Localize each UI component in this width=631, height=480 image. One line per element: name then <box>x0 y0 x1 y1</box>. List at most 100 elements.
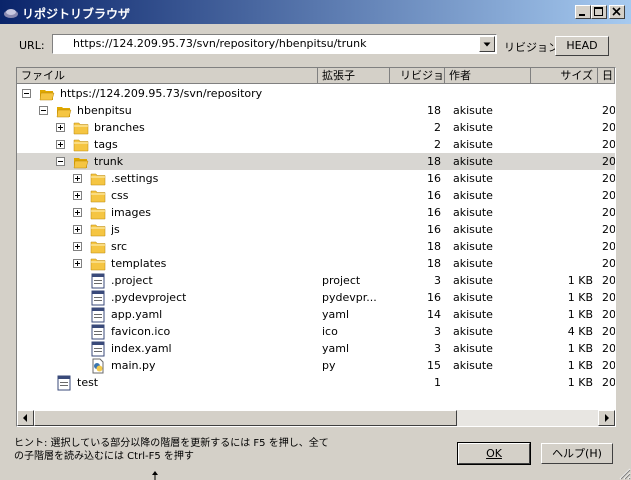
row-author: akisute <box>453 121 493 134</box>
minimize-icon <box>579 14 585 16</box>
revision-label: リビジョン: <box>504 41 563 54</box>
column-header-author[interactable]: 作者 <box>445 68 531 84</box>
row-author: akisute <box>453 138 493 151</box>
row-revision: 16 <box>427 189 441 202</box>
row-name: test <box>77 376 99 389</box>
expand-button[interactable] <box>73 208 82 217</box>
tree-row[interactable]: main.py py 15 akisute 1 KB 20 <box>17 357 615 374</box>
arrow-right-icon <box>605 414 609 422</box>
tree-row[interactable]: tags 2 akisute 20 <box>17 136 615 153</box>
expand-button[interactable] <box>56 123 65 132</box>
title-bar[interactable]: リポジトリブラウザ <box>0 0 631 24</box>
row-author: akisute <box>453 155 493 168</box>
folder-icon <box>90 207 106 220</box>
close-icon <box>612 7 621 16</box>
row-size: 1 KB <box>567 274 593 287</box>
row-ext: project <box>322 274 361 287</box>
row-size: 1 KB <box>567 376 593 389</box>
scroll-left-button[interactable] <box>17 410 34 426</box>
row-ext: yaml <box>322 308 350 321</box>
expand-button[interactable] <box>73 259 82 268</box>
row-revision: 3 <box>434 342 441 355</box>
tree-row[interactable]: .project project 3 akisute 1 KB 20 <box>17 272 615 289</box>
row-revision: 2 <box>434 138 441 151</box>
row-size: 1 KB <box>567 308 593 321</box>
row-author: akisute <box>453 325 493 338</box>
tree-row[interactable]: js 16 akisute 20 <box>17 221 615 238</box>
row-author: akisute <box>453 359 493 372</box>
repository-tree[interactable]: ファイル 拡張子 リビジョン 作者 サイズ 日 https://124.209.… <box>16 67 616 427</box>
column-header-file[interactable]: ファイル <box>17 68 318 84</box>
row-date: 20 <box>602 291 615 304</box>
row-author: akisute <box>453 342 493 355</box>
row-size: 1 KB <box>567 359 593 372</box>
row-date: 20 <box>602 138 615 151</box>
row-ext: yaml <box>322 342 350 355</box>
row-date: 20 <box>602 189 615 202</box>
row-name: main.py <box>111 359 156 372</box>
row-revision: 16 <box>427 291 441 304</box>
row-ext: ico <box>322 325 338 338</box>
column-header-revision[interactable]: リビジョン <box>390 68 445 84</box>
column-header-size[interactable]: サイズ <box>531 68 598 84</box>
tree-row[interactable]: .settings 16 akisute 20 <box>17 170 615 187</box>
tree-row[interactable]: images 16 akisute 20 <box>17 204 615 221</box>
row-author: akisute <box>453 257 493 270</box>
row-date: 20 <box>602 172 615 185</box>
maximize-button[interactable] <box>591 5 607 19</box>
row-date: 20 <box>602 359 615 372</box>
tree-row[interactable]: test 1 1 KB 20 <box>17 374 615 391</box>
row-ext: py <box>322 359 336 372</box>
tree-row[interactable]: src 18 akisute 20 <box>17 238 615 255</box>
row-ext: pydevpr... <box>322 291 377 304</box>
row-revision: 18 <box>427 104 441 117</box>
horizontal-scrollbar[interactable] <box>17 410 615 426</box>
row-revision: 15 <box>427 359 441 372</box>
ok-button[interactable]: OK <box>457 442 531 465</box>
expand-button[interactable] <box>73 225 82 234</box>
collapse-button[interactable] <box>39 106 48 115</box>
tree-row[interactable]: favicon.ico ico 3 akisute 4 KB 20 <box>17 323 615 340</box>
help-button[interactable]: ヘルプ(H) <box>541 443 613 464</box>
tree-row[interactable]: app.yaml yaml 14 akisute 1 KB 20 <box>17 306 615 323</box>
row-name: .settings <box>111 172 159 185</box>
url-input[interactable] <box>57 35 493 52</box>
url-dropdown-button[interactable] <box>479 36 495 52</box>
row-date: 20 <box>602 104 615 117</box>
row-name: favicon.ico <box>111 325 171 338</box>
folder-open-icon <box>39 90 55 101</box>
row-revision: 3 <box>434 325 441 338</box>
tree-row[interactable]: https://124.209.95.73/svn/repository <box>17 85 615 102</box>
scroll-right-button[interactable] <box>598 410 615 426</box>
tree-row[interactable]: css 16 akisute 20 <box>17 187 615 204</box>
expand-button[interactable] <box>73 242 82 251</box>
url-combobox[interactable] <box>52 34 497 54</box>
file-icon <box>57 375 71 391</box>
row-name: https://124.209.95.73/svn/repository <box>60 87 263 100</box>
tree-row[interactable]: trunk 18 akisute 20 <box>17 153 615 170</box>
tree-row[interactable]: index.yaml yaml 3 akisute 1 KB 20 <box>17 340 615 357</box>
revision-head-button[interactable]: HEAD <box>555 36 609 56</box>
tree-row[interactable]: .pydevproject pydevpr... 16 akisute 1 KB 20 <box>17 289 615 306</box>
expand-button[interactable] <box>73 191 82 200</box>
folder-icon <box>90 258 106 271</box>
hint-line-1: ヒント: 選択している部分以降の階層を更新するには F5 を押し、全て <box>14 438 329 449</box>
tree-row[interactable]: branches 2 akisute 20 <box>17 119 615 136</box>
column-header-ext[interactable]: 拡張子 <box>318 68 390 84</box>
scroll-thumb[interactable] <box>34 410 457 426</box>
minimize-button[interactable] <box>575 5 591 19</box>
tree-row[interactable]: templates 18 akisute 20 <box>17 255 615 272</box>
python-file-icon <box>92 358 104 374</box>
expand-button[interactable] <box>73 174 82 183</box>
collapse-button[interactable] <box>56 157 65 166</box>
resize-grip-icon[interactable] <box>617 466 631 480</box>
tree-row[interactable]: hbenpitsu 18 akisute 20 <box>17 102 615 119</box>
collapse-button[interactable] <box>22 89 31 98</box>
folder-icon <box>73 139 89 152</box>
column-header-date[interactable]: 日 <box>598 68 615 84</box>
row-name: .project <box>111 274 153 287</box>
close-button[interactable] <box>609 5 625 19</box>
folder-icon <box>73 122 89 135</box>
expand-button[interactable] <box>56 140 65 149</box>
row-name: css <box>111 189 129 202</box>
